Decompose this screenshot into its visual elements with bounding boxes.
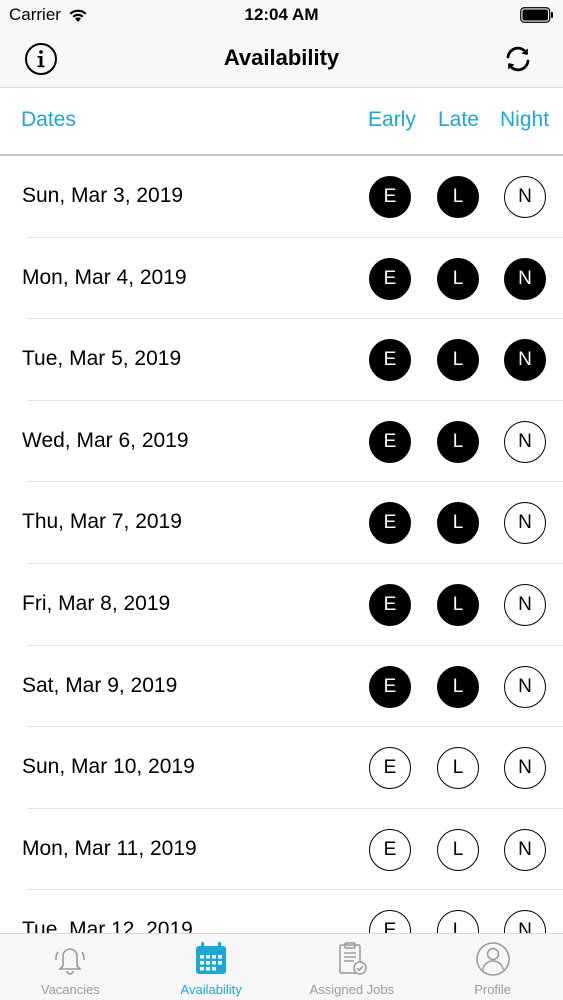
shift-toggle-early[interactable]: E	[369, 747, 411, 790]
shift-toggle-night[interactable]: N	[504, 420, 546, 463]
refresh-icon[interactable]	[501, 42, 535, 76]
availability-row: Mon, Mar 11, 2019 E L N	[0, 809, 563, 891]
tab-availability[interactable]: Availability	[141, 934, 282, 1000]
row-date: Sun, Mar 10, 2019	[22, 755, 195, 779]
calendar-icon	[196, 942, 227, 974]
row-date: Mon, Mar 11, 2019	[22, 836, 197, 860]
clock: 12:04 AM	[244, 5, 319, 24]
navigation-bar: Availability	[0, 30, 563, 88]
availability-row: Wed, Mar 6, 2019 E L N	[0, 401, 563, 483]
row-date: Tue, Mar 5, 2019	[22, 347, 182, 371]
tab-assigned-jobs[interactable]: Assigned Jobs	[282, 934, 423, 1000]
shift-toggle-early[interactable]: E	[369, 910, 411, 933]
shift-toggle-early[interactable]: E	[369, 339, 411, 382]
header-night: Night	[500, 108, 550, 131]
row-date: Sat, Mar 9, 2019	[22, 673, 178, 697]
column-header: Dates Early Late Night	[0, 88, 563, 156]
shift-toggle-night[interactable]: N	[504, 257, 546, 300]
shift-toggle-early[interactable]: E	[369, 665, 411, 708]
user-circle-icon	[475, 942, 510, 976]
availability-row: Tue, Mar 5, 2019 E L N	[0, 319, 563, 401]
availability-row: Sun, Mar 10, 2019 E L N	[0, 727, 563, 809]
shift-toggle-late[interactable]: L	[437, 176, 479, 218]
tab-label: Profile	[474, 982, 512, 997]
clipboard-check-icon	[339, 942, 367, 975]
shift-toggle-late[interactable]: L	[437, 747, 479, 790]
row-date: Thu, Mar 7, 2019	[22, 510, 182, 534]
availability-row: Sun, Mar 3, 2019 E L N	[0, 156, 563, 238]
battery-icon	[520, 7, 553, 23]
bell-icon	[55, 948, 86, 975]
tab-label: Vacancies	[40, 982, 100, 997]
tab-label: Assigned Jobs	[309, 982, 395, 997]
shift-toggle-late[interactable]: L	[437, 665, 479, 708]
shift-toggle-late[interactable]: L	[437, 257, 479, 300]
header-early: Early	[368, 108, 416, 131]
availability-row: Fri, Mar 8, 2019 E L N	[0, 564, 563, 646]
row-date: Tue, Mar 12, 2019	[22, 918, 193, 933]
shift-toggle-late[interactable]: L	[437, 583, 479, 626]
shift-toggle-night[interactable]: N	[504, 747, 546, 790]
shift-toggle-late[interactable]: L	[437, 339, 479, 382]
tab-label: Availability	[180, 982, 242, 997]
availability-row: Tue, Mar 12, 2019 E L N	[0, 890, 563, 933]
tab-vacancies[interactable]: Vacancies	[0, 934, 141, 1000]
shift-toggle-early[interactable]: E	[369, 828, 411, 871]
shift-toggle-late[interactable]: L	[437, 420, 479, 463]
tab-profile[interactable]: Profile	[422, 934, 563, 1000]
header-dates: Dates	[21, 108, 76, 131]
shift-toggle-early[interactable]: E	[369, 257, 411, 300]
shift-toggle-night[interactable]: N	[504, 339, 546, 382]
availability-row: Mon, Mar 4, 2019 E L N	[0, 238, 563, 320]
shift-toggle-night[interactable]: N	[504, 665, 546, 708]
shift-toggle-night[interactable]: N	[504, 583, 546, 626]
shift-toggle-night[interactable]: N	[504, 828, 546, 871]
header-late: Late	[438, 108, 479, 131]
row-date: Mon, Mar 4, 2019	[22, 265, 187, 289]
status-bar: Carrier 12:04 AM	[0, 0, 563, 30]
row-date: Fri, Mar 8, 2019	[22, 591, 171, 615]
availability-row: Thu, Mar 7, 2019 E L N	[0, 482, 563, 564]
page-title: Availability	[223, 45, 340, 70]
row-date: Sun, Mar 3, 2019	[22, 184, 184, 207]
shift-toggle-early[interactable]: E	[369, 583, 411, 626]
shift-toggle-night[interactable]: N	[504, 502, 546, 545]
shift-toggle-early[interactable]: E	[369, 502, 411, 545]
tab-bar: Vacancies Availability Assigned Jobs Pro…	[0, 933, 563, 1000]
availability-list[interactable]: Sun, Mar 3, 2019 E L N Mon, Mar 4, 2019 E L N Tu…	[0, 156, 563, 933]
shift-toggle-late[interactable]: L	[437, 910, 479, 933]
shift-toggle-late[interactable]: L	[437, 502, 479, 545]
row-date: Wed, Mar 6, 2019	[22, 428, 189, 452]
shift-toggle-early[interactable]: E	[369, 420, 411, 463]
availability-row: Sat, Mar 9, 2019 E L N	[0, 646, 563, 728]
shift-toggle-early[interactable]: E	[369, 176, 411, 218]
shift-toggle-night[interactable]: N	[504, 176, 546, 218]
shift-toggle-late[interactable]: L	[437, 828, 479, 871]
shift-toggle-night[interactable]: N	[504, 910, 546, 933]
